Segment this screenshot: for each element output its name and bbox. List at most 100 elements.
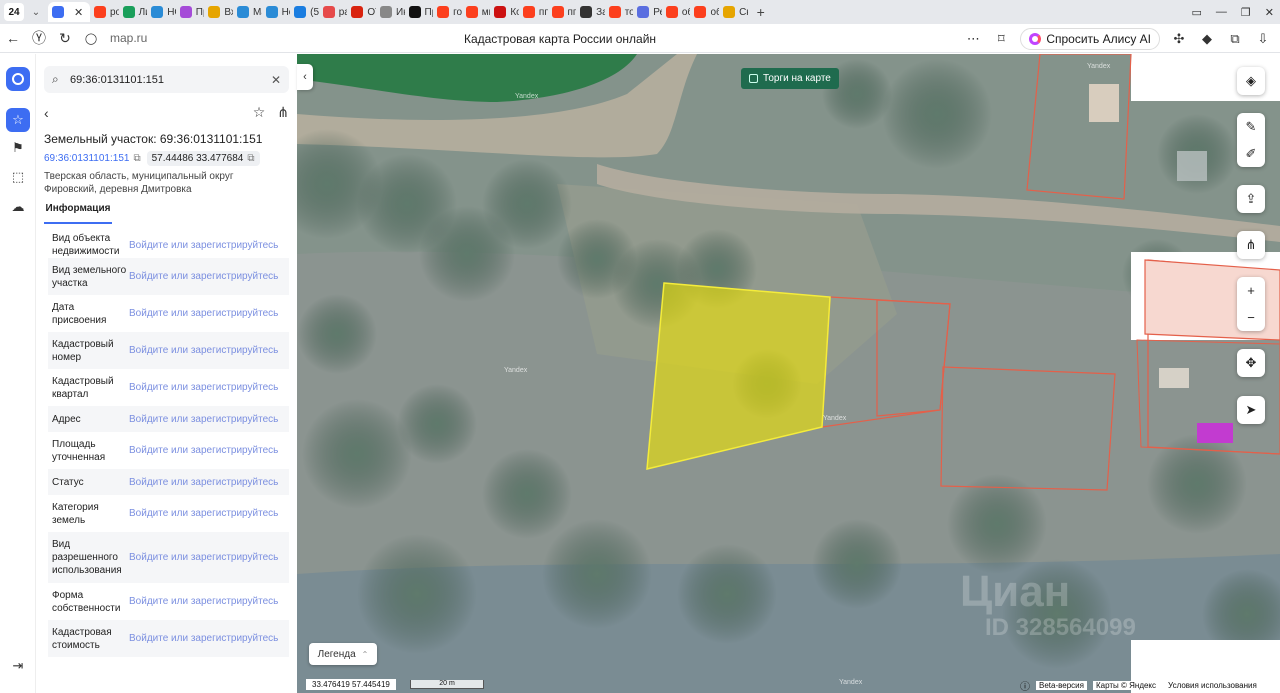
cadastral-number-chip[interactable]: 69:36:0131101:151 ⧉ xyxy=(44,151,141,166)
info-icon[interactable]: ⓘ xyxy=(1020,678,1030,693)
browser-tab[interactable]: НС xyxy=(147,2,176,22)
browser-tab[interactable]: го xyxy=(433,2,462,22)
login-register-link[interactable]: Войдите или зарегистрируйтесь xyxy=(129,444,289,457)
tab-label: ми xyxy=(481,6,491,18)
tab-label: Вх xyxy=(224,6,233,18)
browser-tab[interactable]: Ин xyxy=(376,2,405,22)
tab-counter[interactable]: 24 xyxy=(4,3,24,21)
login-icon[interactable]: ⇥ xyxy=(6,654,30,678)
bookmark-icon[interactable]: ⌑ xyxy=(992,31,1010,47)
share-icon[interactable]: ⋔ xyxy=(277,104,289,121)
tab-favicon-icon xyxy=(351,6,364,18)
cloud-icon[interactable]: ☁ xyxy=(6,195,30,219)
restore-icon[interactable]: ❐ xyxy=(1241,6,1251,19)
clear-search-icon[interactable]: ✕ xyxy=(271,73,281,87)
browser-tab[interactable]: пп xyxy=(519,2,548,22)
browser-tab[interactable]: об xyxy=(690,2,719,22)
upload-button[interactable]: ⇪ xyxy=(1237,185,1265,213)
browser-tab[interactable]: об xyxy=(662,2,690,22)
tab-favicon-icon xyxy=(122,6,135,18)
auction-checkbox[interactable] xyxy=(749,74,758,83)
copy-icon[interactable]: ⧉ xyxy=(133,153,140,164)
chevron-up-icon: ⌃ xyxy=(361,649,369,659)
login-register-link[interactable]: Войдите или зарегистрируйтесь xyxy=(129,632,289,645)
login-register-link[interactable]: Войдите или зарегистрируйтесь xyxy=(129,344,289,357)
tab-active[interactable]: ✕ xyxy=(48,2,90,22)
browser-tab[interactable]: ра xyxy=(319,2,347,22)
browser-tab[interactable]: то xyxy=(605,2,633,22)
browser-tab[interactable]: ОТ xyxy=(347,2,376,22)
scale-bar: 20 m xyxy=(410,680,484,689)
login-register-link[interactable]: Войдите или зарегистрируйтесь xyxy=(129,507,289,520)
flag-icon[interactable]: ⚑ xyxy=(6,136,30,160)
browser-tab[interactable]: ми xyxy=(462,2,491,22)
bookmarks-icon[interactable]: ▭ xyxy=(1192,6,1202,19)
maps-credit[interactable]: Карты © Яндекс xyxy=(1092,680,1160,690)
browser-tab[interactable]: Ре xyxy=(633,2,662,22)
login-register-link[interactable]: Войдите или зарегистрируйтесь xyxy=(129,595,289,608)
edit-icon[interactable]: ✐ xyxy=(1246,146,1257,162)
parcel-panel: ⌕ 69:36:0131101:151 ✕ ‹ ☆ ⋔ Земельный уч… xyxy=(36,54,297,693)
browser-tab[interactable]: пп xyxy=(548,2,576,22)
login-register-link[interactable]: Войдите или зарегистрируйтесь xyxy=(129,307,289,320)
login-register-link[interactable]: Войдите или зарегистрируйтесь xyxy=(129,551,289,564)
browser-tab[interactable]: Пр xyxy=(176,2,204,22)
area-select-icon[interactable]: ⬚ xyxy=(6,165,30,189)
login-register-link[interactable]: Войдите или зарегистрируйтесь xyxy=(129,476,289,489)
ask-alice-button[interactable]: Спросить Алису AI xyxy=(1020,27,1160,50)
coordinates-chip[interactable]: 57.44486 33.477684 ⧉ xyxy=(146,151,260,166)
browser-tab[interactable]: За xyxy=(576,2,605,22)
tab-information[interactable]: Информация xyxy=(44,203,112,224)
browser-tab[interactable]: Ко xyxy=(490,2,519,22)
browser-tab[interactable]: Но xyxy=(262,2,290,22)
collapse-panel-button[interactable]: ‹ xyxy=(297,64,313,90)
pan-button[interactable]: ✥ xyxy=(1237,349,1265,377)
close-tab-icon[interactable]: ✕ xyxy=(74,6,83,19)
auction-toggle[interactable]: Торги на карте xyxy=(741,68,839,89)
copy-icon[interactable]: ⧉ xyxy=(247,153,254,164)
zoom-in-icon[interactable]: + xyxy=(1247,283,1255,298)
browser-tab[interactable]: (5( xyxy=(290,2,319,22)
cloud-upload-icon: ⇪ xyxy=(1245,191,1257,206)
legend-button[interactable]: Легенда ⌃ xyxy=(309,643,377,665)
close-window-icon[interactable]: ✕ xyxy=(1265,6,1274,19)
share-page-icon[interactable]: ⧉ xyxy=(1226,31,1244,47)
shield-icon[interactable]: ◆ xyxy=(1198,31,1216,47)
info-row: Вид объекта недвижимости Войдите или заре… xyxy=(48,232,289,258)
more-icon[interactable]: ⋯ xyxy=(964,31,982,47)
tab-favicon-icon xyxy=(94,6,106,18)
share-map-button[interactable]: ⋔ xyxy=(1237,231,1265,259)
browser-tab[interactable]: Ск xyxy=(719,2,748,22)
browser-tab[interactable]: Пр xyxy=(405,2,433,22)
favorite-star-icon[interactable]: ☆ xyxy=(253,104,266,121)
tab-label: ро xyxy=(110,6,119,18)
browser-tab[interactable]: Ли xyxy=(119,2,147,22)
download-icon[interactable]: ⇩ xyxy=(1254,31,1272,47)
ruler-pencil-icon[interactable]: ✎ xyxy=(1246,119,1257,135)
extensions-icon[interactable]: ✣ xyxy=(1170,31,1188,47)
minimize-icon[interactable]: — xyxy=(1216,6,1227,18)
tab-favicon-icon xyxy=(408,6,421,18)
beta-label[interactable]: Beta-версия xyxy=(1036,680,1087,690)
login-register-link[interactable]: Войдите или зарегистрируйтесь xyxy=(129,381,289,394)
map-canvas[interactable]: Yandex Yandex Yandex Yandex Yandex xyxy=(297,54,1280,693)
tab-favicon-icon xyxy=(694,6,707,18)
browser-tab[interactable]: Ма xyxy=(233,2,262,22)
zoom-out-icon[interactable]: − xyxy=(1247,310,1255,325)
search-input[interactable]: 69:36:0131101:151 xyxy=(70,74,271,86)
search-box[interactable]: ⌕ 69:36:0131101:151 ✕ xyxy=(44,66,289,93)
browser-tab[interactable]: ро xyxy=(90,2,119,22)
logo-icon[interactable] xyxy=(6,67,30,91)
info-label: Дата присвоения xyxy=(52,301,107,326)
favorites-star-icon[interactable]: ☆ xyxy=(6,108,30,132)
browser-tab[interactable]: Вх xyxy=(204,2,233,22)
login-register-link[interactable]: Войдите или зарегистрируйтесь xyxy=(129,270,289,283)
tab-list-chevron-icon[interactable]: ⌄ xyxy=(28,7,44,18)
back-arrow-icon[interactable]: ‹ xyxy=(44,105,49,121)
login-register-link[interactable]: Войдите или зарегистрируйтесь xyxy=(129,239,289,252)
terms-link[interactable]: Условия использования xyxy=(1165,680,1260,690)
layers-button[interactable]: ◈ xyxy=(1237,67,1265,95)
new-tab-button[interactable]: + xyxy=(750,4,772,20)
geolocate-button[interactable]: ➤ xyxy=(1237,396,1265,424)
login-register-link[interactable]: Войдите или зарегистрируйтесь xyxy=(129,413,289,426)
